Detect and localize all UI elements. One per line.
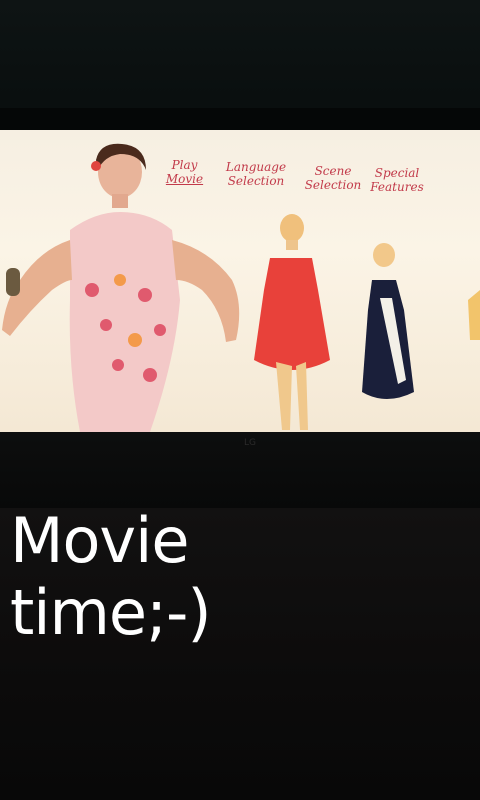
red-dress-illustration <box>254 214 330 430</box>
navy-dress-illustration <box>362 243 414 399</box>
menu-label-line1: Play <box>171 158 198 172</box>
menu-play-movie[interactable]: Play Movie <box>157 158 212 186</box>
partial-figure-left <box>6 268 20 296</box>
menu-label-line2: Selection <box>227 174 285 188</box>
menu-label-line1: Scene <box>314 164 352 178</box>
menu-language-selection[interactable]: Language Selection <box>221 160 291 188</box>
menu-label-line1: Language <box>225 160 287 174</box>
caption-line2: time;-) <box>10 576 212 649</box>
tv-screen: Play Movie Language Selection Scene Sele… <box>0 130 480 432</box>
caption-line1: Movie <box>10 504 190 577</box>
menu-label-line2: Features <box>370 180 424 194</box>
menu-label-line2: Movie <box>165 172 204 186</box>
menu-label-line1: Special <box>374 166 420 180</box>
menu-special-features[interactable]: Special Features <box>367 166 427 194</box>
menu-label-line2: Selection <box>304 178 362 192</box>
dvd-menu: Play Movie Language Selection Scene Sele… <box>155 158 455 218</box>
menu-scene-selection[interactable]: Scene Selection <box>303 164 363 192</box>
partial-figure-right <box>468 290 480 340</box>
snap-caption: Movie time;-) <box>10 505 310 649</box>
tv-bezel-bottom <box>0 432 480 508</box>
tv-brand-logo: LG <box>244 438 256 448</box>
